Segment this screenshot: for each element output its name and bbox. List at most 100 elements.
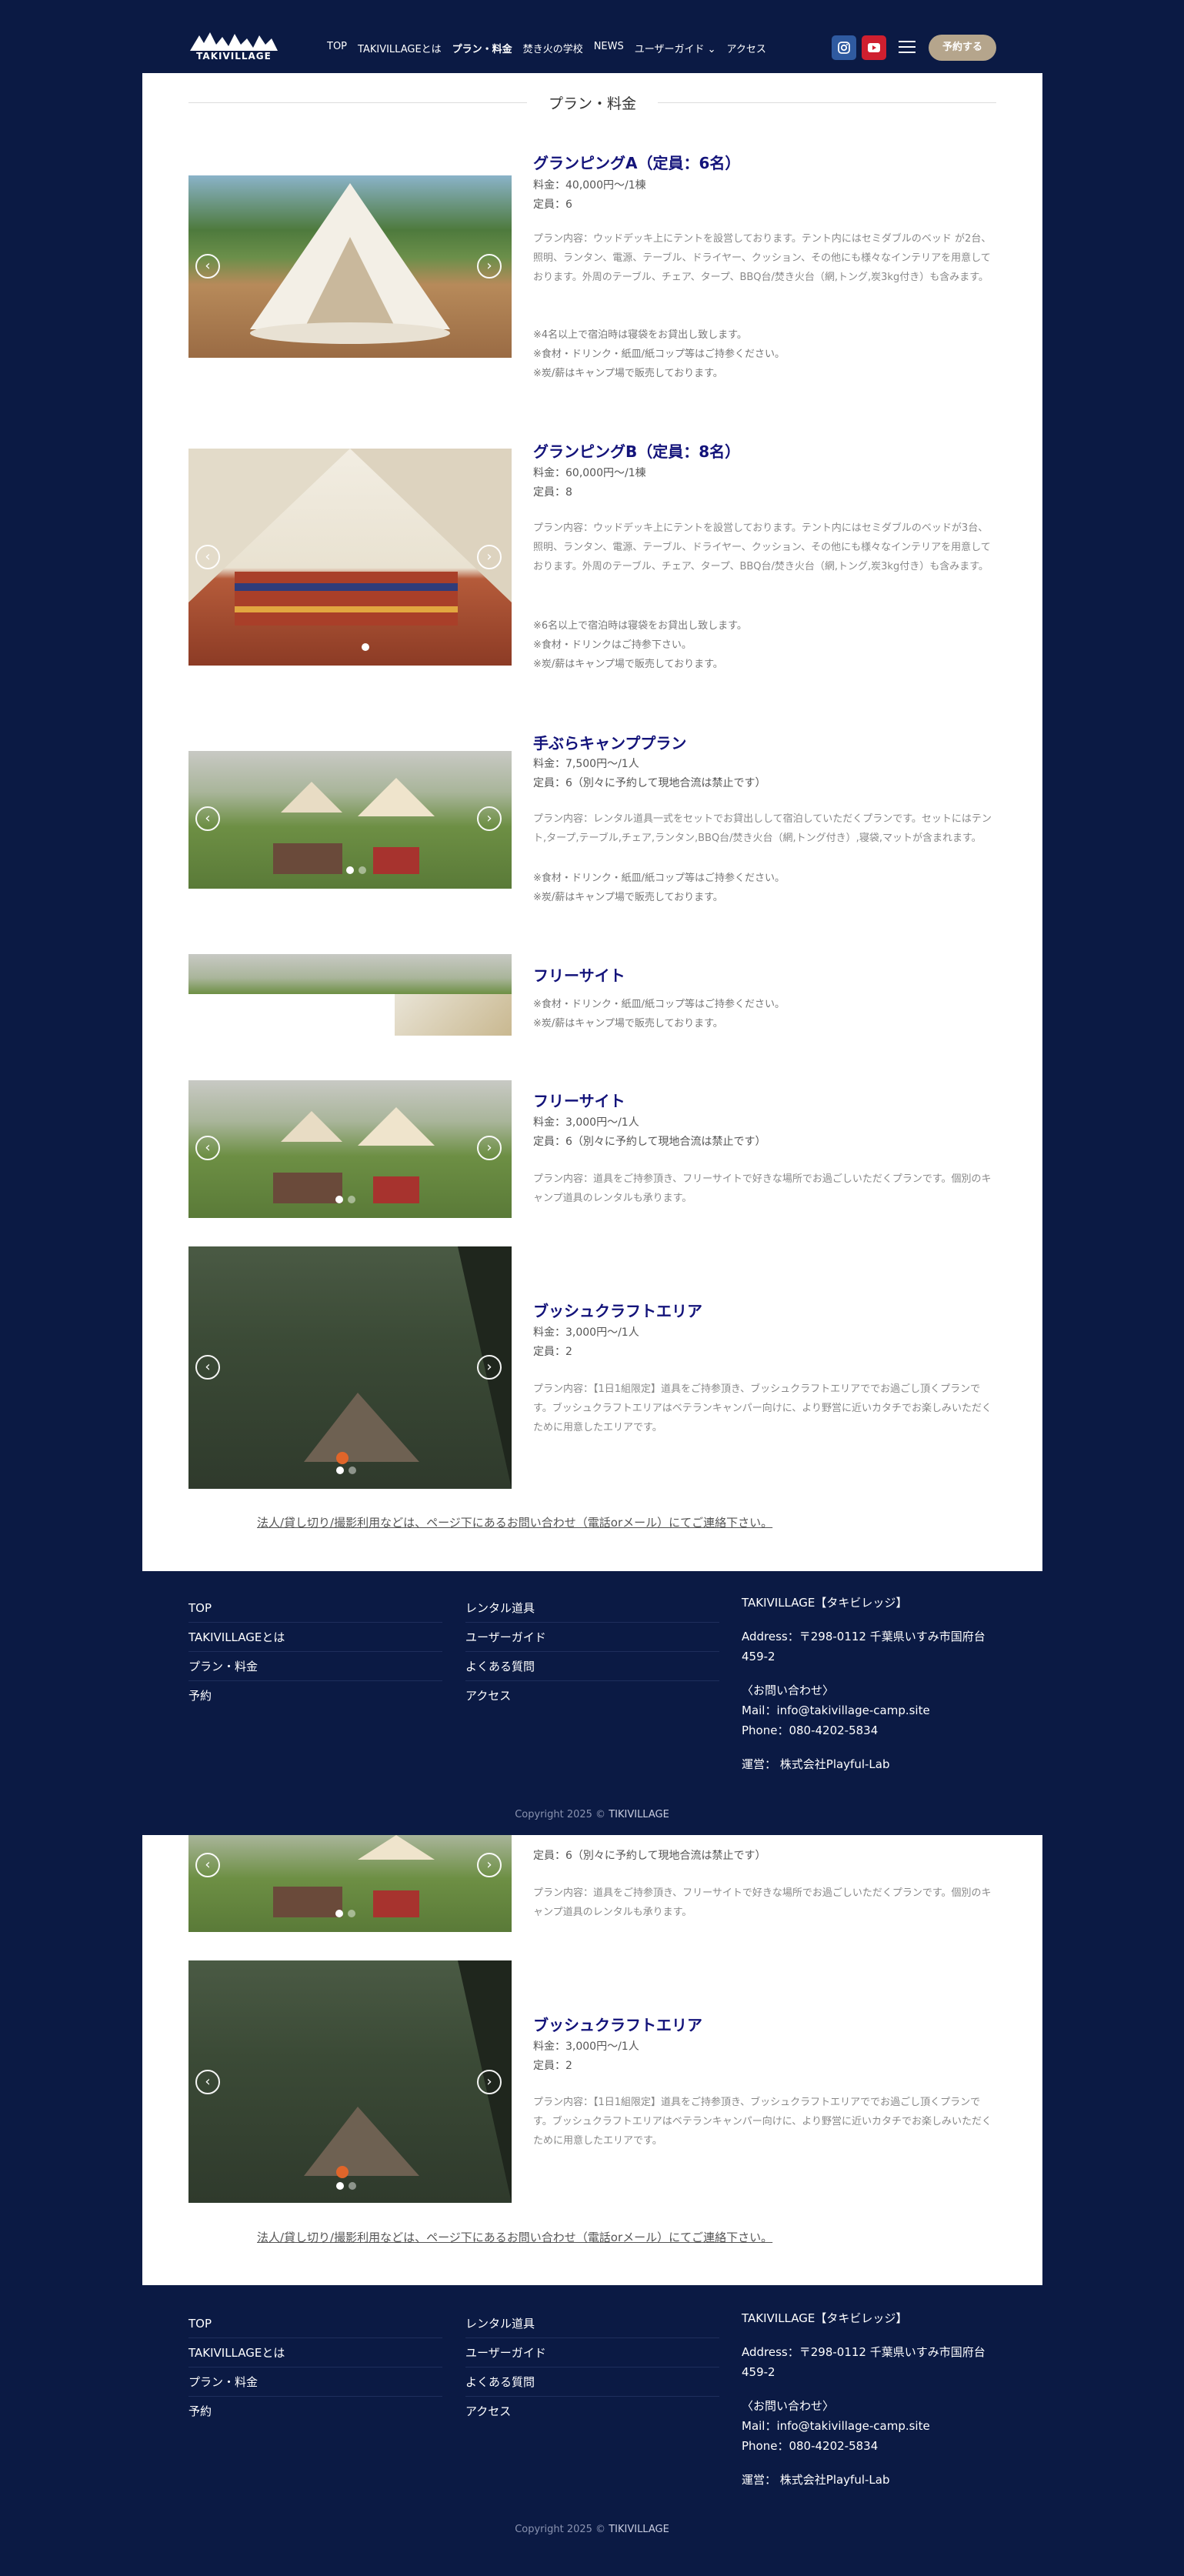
- footer-link-guide[interactable]: ユーザーガイド: [465, 2338, 719, 2367]
- plan-c-capacity: 定員：6（別々に予約して現地合流は禁止です）: [533, 777, 766, 789]
- plan-c-slide-dot-active[interactable]: [346, 866, 354, 874]
- footer-link-plans[interactable]: プラン・料金: [188, 2367, 442, 2397]
- plan-e-prev-arrow[interactable]: ‹: [195, 1136, 220, 1160]
- plan-f-desc-repeat: プラン内容：【1日1組限定】道具をご持参頂き、ブッシュクラフトエリアででお過ごし…: [533, 2097, 992, 2147]
- footer-link-reserve[interactable]: 予約: [188, 1681, 442, 1710]
- plan-f-prev-arrow[interactable]: ‹: [195, 1355, 220, 1380]
- plan-a-prev-arrow[interactable]: ‹: [195, 254, 220, 279]
- contact-note-link[interactable]: 法人/貸し切り/撮影利用などは、ページ下にあるお問い合わせ（電話orメール）にて…: [257, 1514, 772, 1530]
- tent-graphic: [250, 183, 450, 344]
- plan-d-title: フリーサイト: [533, 966, 625, 985]
- reserve-button[interactable]: 予約する: [929, 35, 996, 61]
- footer-link-reserve[interactable]: 予約: [188, 2397, 442, 2426]
- plan-f-slide-dot-active[interactable]: [336, 1467, 344, 1474]
- plan-c-note: ※炭/薪はキャンプ場で販売しております。: [533, 892, 723, 903]
- nav-user-guide[interactable]: ユーザーガイド ⌄: [635, 41, 716, 55]
- footer-link-plans[interactable]: プラン・料金: [188, 1652, 442, 1681]
- plan-c-next-arrow[interactable]: ›: [477, 806, 502, 831]
- plan-e-capacity: 定員：6（別々に予約して現地合流は禁止です）: [533, 1136, 766, 1148]
- nav-user-guide-label: ユーザーガイド: [634, 44, 705, 55]
- footer-company-name: TAKIVILLAGE【タキビレッジ】: [742, 1596, 908, 1610]
- footer-link-rental[interactable]: レンタル道具: [465, 1593, 719, 1623]
- nav-top[interactable]: TOP: [327, 41, 347, 55]
- section-title: プラン・料金: [188, 92, 996, 112]
- plan-e-slide-dot[interactable]: [348, 1196, 355, 1203]
- nav-news[interactable]: NEWS: [594, 41, 624, 55]
- footer-link-about[interactable]: TAKIVILLAGEとは: [188, 2338, 442, 2367]
- footer-inquiry-label: 〈お問い合わせ〉: [742, 1683, 835, 1697]
- youtube-icon[interactable]: [862, 35, 886, 60]
- footer-nav-col1-repeat: TOP TAKIVILLAGEとは プラン・料金 予約: [188, 2309, 442, 2426]
- footer-phone[interactable]: Phone：080-4202-5834: [742, 2436, 1003, 2456]
- plan-f-next-arrow-repeat[interactable]: ›: [477, 2070, 502, 2094]
- plan-b-price: 料金：60,000円〜/1棟: [533, 467, 646, 479]
- plan-f-title-repeat: ブッシュクラフトエリア: [533, 2016, 702, 2034]
- plan-f-photo: [188, 1246, 512, 1489]
- section-title-text: プラン・料金: [548, 95, 636, 112]
- plan-d-note: ※食材・ドリンク・紙皿/紙コップ等はご持参ください。: [533, 999, 785, 1010]
- copyright-text: Copyright 2025 ©: [515, 2524, 606, 2535]
- plan-f-next-arrow[interactable]: ›: [477, 1355, 502, 1380]
- footer-address: Address：〒298-0112 千葉県いすみ市国府台459-2: [742, 1630, 986, 1663]
- plan-b-photo: [188, 449, 512, 666]
- plan-d-notes: ※食材・ドリンク・紙皿/紙コップ等はご持参ください。 ※炭/薪はキャンプ場で販売…: [533, 995, 995, 1033]
- plan-c-note: ※食材・ドリンク・紙皿/紙コップ等はご持参ください。: [533, 873, 785, 884]
- plan-e-photo-repeat: [188, 1835, 512, 1932]
- plan-a-notes: ※4名以上で宿泊時は寝袋をお貸出し致します。 ※食材・ドリンク・紙皿/紙コップ等…: [533, 325, 995, 383]
- plan-e-slide-dot-repeat[interactable]: [348, 1910, 355, 1917]
- nav-school[interactable]: 焚き火の学校: [523, 41, 583, 55]
- plan-a-next-arrow[interactable]: ›: [477, 254, 502, 279]
- plan-f-slide-dot-active-repeat[interactable]: [336, 2182, 344, 2190]
- plan-a-capacity: 定員：6: [533, 199, 572, 211]
- plan-b-desc: プラン内容：ウッドデッキ上にテントを設営しております。テント内にはセミダブルのベ…: [533, 522, 991, 572]
- hamburger-icon[interactable]: [899, 41, 916, 55]
- plan-f-capacity-repeat: 定員：2: [533, 2060, 572, 2072]
- contact-note-link-repeat[interactable]: 法人/貸し切り/撮影利用などは、ページ下にあるお問い合わせ（電話orメール）にて…: [257, 2229, 772, 2245]
- footer-link-faq[interactable]: よくある質問: [465, 2367, 719, 2397]
- footer-link-access[interactable]: アクセス: [465, 1681, 719, 1710]
- plan-b-slide-dot[interactable]: [362, 643, 369, 651]
- plan-e-prev-arrow-repeat[interactable]: ‹: [195, 1853, 220, 1877]
- plan-f-slide-dot-repeat[interactable]: [349, 2182, 356, 2190]
- footer-phone[interactable]: Phone：080-4202-5834: [742, 1720, 1003, 1740]
- site-logo[interactable]: TAKIVILLAGE: [188, 29, 279, 66]
- plan-e-price: 料金：3,000円〜/1人: [533, 1116, 639, 1129]
- plan-b-note: ※食材・ドリンクはご持参下さい。: [533, 639, 692, 651]
- plan-e-slide-dot-active-repeat[interactable]: [335, 1910, 343, 1917]
- footer-link-rental[interactable]: レンタル道具: [465, 2309, 719, 2338]
- plan-b-next-arrow[interactable]: ›: [477, 545, 502, 569]
- chevron-down-icon: ⌄: [707, 44, 716, 55]
- plan-e-next-arrow[interactable]: ›: [477, 1136, 502, 1160]
- footer-address: Address：〒298-0112 千葉県いすみ市国府台459-2: [742, 2345, 986, 2379]
- plan-c-slide-dot[interactable]: [359, 866, 366, 874]
- footer-mail[interactable]: Mail：info@takivillage-camp.site: [742, 2416, 1003, 2436]
- plan-d-photo-fragment: [395, 994, 512, 1036]
- instagram-icon[interactable]: [832, 35, 856, 60]
- footer-link-top[interactable]: TOP: [188, 1593, 442, 1623]
- nav-about[interactable]: TAKIVILLAGEとは: [358, 41, 442, 55]
- footer-mail[interactable]: Mail：info@takivillage-camp.site: [742, 1700, 1003, 1720]
- plan-f-slide-dot[interactable]: [349, 1467, 356, 1474]
- plan-a-price: 料金：40,000円〜/1棟: [533, 179, 646, 192]
- plan-f-prev-arrow-repeat[interactable]: ‹: [195, 2070, 220, 2094]
- footer-link-top[interactable]: TOP: [188, 2309, 442, 2338]
- plan-e-desc-repeat: プラン内容：道具をご持参頂き、フリーサイトで好きな場所でお過ごしいただくプランで…: [533, 1887, 992, 1918]
- footer-link-about[interactable]: TAKIVILLAGEとは: [188, 1623, 442, 1652]
- plan-c-notes: ※食材・ドリンク・紙皿/紙コップ等はご持参ください。 ※炭/薪はキャンプ場で販売…: [533, 869, 995, 907]
- plan-e-next-arrow-repeat[interactable]: ›: [477, 1853, 502, 1877]
- plan-f-photo-repeat: [188, 1960, 512, 2203]
- plan-f-desc: プラン内容：【1日1組限定】道具をご持参頂き、ブッシュクラフトエリアででお過ごし…: [533, 1383, 992, 1433]
- footer-nav-col2: レンタル道具 ユーザーガイド よくある質問 アクセス: [465, 1593, 719, 1710]
- plan-e-slide-dot-active[interactable]: [335, 1196, 343, 1203]
- nav-plans[interactable]: プラン・料金: [452, 41, 512, 55]
- plan-e-capacity-repeat: 定員：6（別々に予約して現地合流は禁止です）: [533, 1850, 766, 1862]
- nav-access[interactable]: アクセス: [727, 41, 766, 55]
- plan-a-note: ※炭/薪はキャンプ場で販売しております。: [533, 368, 723, 379]
- plan-c-prev-arrow[interactable]: ‹: [195, 806, 220, 831]
- plan-b-prev-arrow[interactable]: ‹: [195, 545, 220, 569]
- footer-link-guide[interactable]: ユーザーガイド: [465, 1623, 719, 1652]
- plan-a-desc: プラン内容：ウッドデッキ上にテントを設営しております。テント内にはセミダブルのベ…: [533, 233, 992, 283]
- footer-link-access[interactable]: アクセス: [465, 2397, 719, 2426]
- footer-link-faq[interactable]: よくある質問: [465, 1652, 719, 1681]
- plan-f-title: ブッシュクラフトエリア: [533, 1302, 702, 1320]
